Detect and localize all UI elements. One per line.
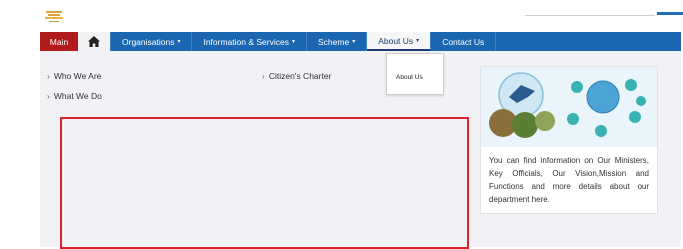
- nav-label: About Us: [378, 35, 414, 46]
- card-illustration: [481, 67, 657, 147]
- nav-contact-us[interactable]: Contact Us: [431, 32, 497, 51]
- about-us-dropdown: About Us: [386, 53, 444, 95]
- dropdown-item-about-us[interactable]: About Us: [396, 74, 423, 81]
- card-illustration-graphic: [481, 67, 657, 147]
- main-navbar: Main Organisations ▾ Information & Servi…: [40, 32, 681, 51]
- nav-label: Organisations: [122, 36, 175, 47]
- national-emblem-icon: [45, 11, 63, 22]
- chevron-right-icon: ›: [47, 71, 50, 81]
- highlight-frame: [60, 117, 469, 249]
- chevron-down-icon: ▾: [416, 38, 420, 44]
- nav-label: Information & Services: [203, 36, 289, 47]
- search-button[interactable]: [657, 12, 683, 15]
- chevron-down-icon: ▾: [291, 39, 295, 45]
- home-icon[interactable]: [78, 32, 111, 51]
- link-who-we-are[interactable]: › Who We Are: [47, 71, 101, 81]
- search-input[interactable]: [525, 12, 655, 16]
- nav-label: Contact Us: [442, 36, 485, 47]
- home-icon-glyph: [88, 36, 100, 47]
- nav-label: Scheme: [318, 36, 350, 47]
- card-description: You can find information on Our Minister…: [489, 156, 649, 204]
- top-bar: [0, 0, 683, 32]
- nav-information-services[interactable]: Information & Services ▾: [192, 32, 307, 51]
- nav-about-us[interactable]: About Us ▾: [367, 32, 432, 51]
- info-card: You can find information on Our Minister…: [480, 66, 658, 214]
- chevron-down-icon: ▾: [177, 39, 181, 45]
- nav-scheme[interactable]: Scheme ▾: [307, 32, 368, 51]
- link-citizens-charter[interactable]: › Citizen's Charter: [262, 71, 331, 81]
- link-label: Who We Are: [53, 71, 102, 81]
- link-label: Citizen's Charter: [268, 71, 332, 81]
- nav-organisations[interactable]: Organisations ▾: [111, 32, 193, 51]
- link-label: What We Do: [53, 91, 102, 101]
- chevron-right-icon: ›: [47, 91, 50, 101]
- link-what-we-do[interactable]: › What We Do: [47, 91, 102, 101]
- chevron-right-icon: ›: [262, 71, 265, 81]
- nav-main[interactable]: Main: [40, 32, 78, 51]
- chevron-down-icon: ▾: [352, 39, 356, 45]
